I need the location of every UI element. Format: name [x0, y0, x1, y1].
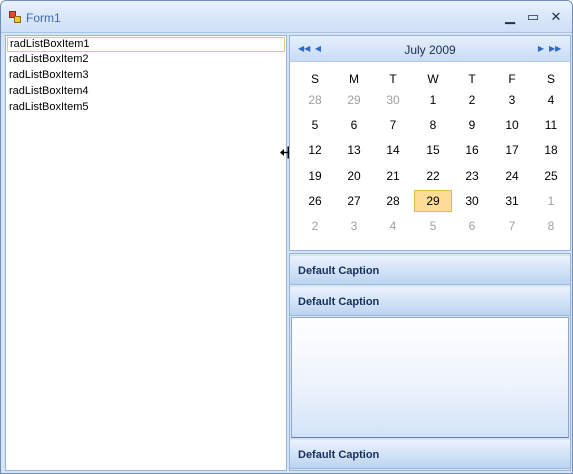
calendar-day-today[interactable]: 29 [414, 189, 452, 212]
fast-prev-icon[interactable]: ◀◀ [298, 43, 310, 55]
calendar-day[interactable]: 31 [493, 190, 531, 212]
fast-next-icon[interactable]: ▶▶ [549, 43, 561, 55]
calendar-day[interactable]: 12 [296, 139, 334, 161]
calendar-header: ◀◀ ◀ July 2009 ▶ ▶▶ [290, 36, 570, 62]
calendar-day[interactable]: 4 [532, 89, 570, 111]
calendar-day[interactable]: 2 [453, 89, 491, 111]
weekday-label: T [389, 72, 397, 86]
close-button[interactable]: ✕ [547, 9, 565, 25]
calendar-day[interactable]: 13 [335, 139, 373, 161]
calendar-day[interactable]: 2 [296, 215, 334, 237]
calendar-day[interactable]: 29 [335, 89, 373, 111]
list-item[interactable]: radListBoxItem2 [7, 53, 285, 68]
panel-caption-label: Default Caption [298, 296, 380, 308]
calendar-day[interactable]: 28 [296, 89, 334, 111]
form-window: Form1 ▁ ▭ ✕ radListBoxItem1 radListBoxIte… [0, 0, 573, 474]
weekday-label: M [349, 72, 359, 86]
calendar-day[interactable]: 4 [374, 215, 412, 237]
calendar-day[interactable]: 16 [453, 139, 491, 161]
list-item[interactable]: radListBoxItem5 [7, 101, 285, 116]
panel-caption-1[interactable]: Default Caption [290, 256, 570, 285]
weekday-label: W [427, 72, 439, 86]
calendar-day[interactable]: 19 [296, 165, 334, 187]
next-month-icon[interactable]: ▶ [535, 43, 547, 55]
window-title: Form1 [26, 11, 61, 25]
calendar-day[interactable]: 7 [493, 215, 531, 237]
prev-month-icon[interactable]: ◀ [312, 43, 324, 55]
calendar-day[interactable]: 1 [532, 190, 570, 212]
panel-content [291, 317, 569, 438]
list-item[interactable]: radListBoxItem3 [7, 69, 285, 84]
list-item[interactable]: radListBoxItem1 [7, 37, 285, 52]
calendar: ◀◀ ◀ July 2009 ▶ ▶▶ S M T W T F S 28 29 30 1 2 3 4 5 6 7… [289, 35, 571, 251]
list-item[interactable]: radListBoxItem4 [7, 85, 285, 100]
calendar-day[interactable]: 23 [453, 165, 491, 187]
app-icon [9, 11, 21, 23]
calendar-day[interactable]: 1 [414, 89, 452, 111]
calendar-day[interactable]: 6 [453, 215, 491, 237]
calendar-day[interactable]: 11 [532, 114, 570, 136]
calendar-day[interactable]: 15 [414, 139, 452, 161]
calendar-day[interactable]: 3 [493, 89, 531, 111]
calendar-day[interactable]: 28 [374, 190, 412, 212]
maximize-button[interactable]: ▭ [524, 9, 542, 25]
calendar-day[interactable]: 3 [335, 215, 373, 237]
title-bar[interactable]: Form1 ▁ ▭ ✕ [1, 1, 572, 33]
panel-caption-label: Default Caption [298, 449, 380, 461]
weekday-label: S [310, 72, 319, 86]
calendar-day[interactable]: 5 [414, 215, 452, 237]
calendar-day[interactable]: 24 [493, 165, 531, 187]
calendar-day[interactable]: 30 [453, 190, 491, 212]
calendar-day[interactable]: 6 [335, 114, 373, 136]
calendar-title: July 2009 [404, 43, 456, 57]
calendar-day[interactable]: 30 [374, 89, 412, 111]
panel-bar: Default Caption Default Caption Default … [289, 253, 571, 471]
calendar-day[interactable]: 26 [296, 190, 334, 212]
calendar-day[interactable]: 18 [532, 139, 570, 161]
panel-caption-2[interactable]: Default Caption [290, 287, 570, 316]
calendar-day[interactable]: 8 [532, 215, 570, 237]
calendar-day[interactable]: 22 [414, 165, 452, 187]
calendar-day[interactable]: 20 [335, 165, 373, 187]
calendar-day[interactable]: 21 [374, 165, 412, 187]
weekday-label: T [468, 72, 476, 86]
panel-caption-3[interactable]: Default Caption [290, 440, 570, 469]
calendar-day[interactable]: 10 [493, 114, 531, 136]
calendar-day[interactable]: 9 [453, 114, 491, 136]
calendar-day[interactable]: 27 [335, 190, 373, 212]
calendar-day[interactable]: 5 [296, 114, 334, 136]
calendar-day[interactable]: 17 [493, 139, 531, 161]
calendar-day[interactable]: 25 [532, 165, 570, 187]
calendar-day[interactable]: 7 [374, 114, 412, 136]
calendar-day[interactable]: 14 [374, 139, 412, 161]
panel-caption-label: Default Caption [298, 265, 380, 277]
calendar-day[interactable]: 8 [414, 114, 452, 136]
weekday-label: F [508, 72, 516, 86]
list-box[interactable]: radListBoxItem1 radListBoxItem2 radListBox… [5, 35, 287, 471]
weekday-label: S [546, 72, 555, 86]
minimize-button[interactable]: ▁ [501, 9, 519, 25]
